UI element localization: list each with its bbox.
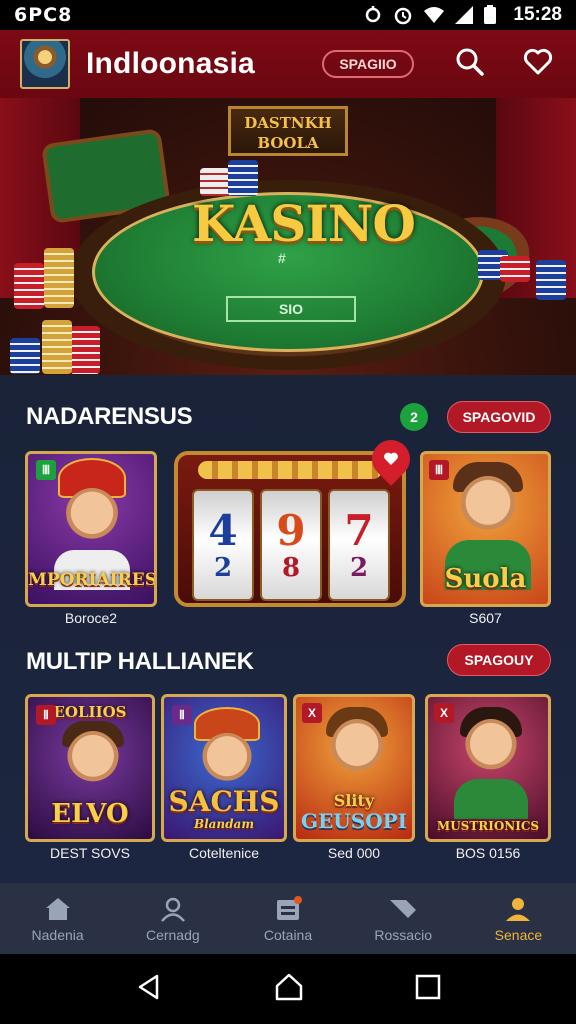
tile-tag: Ⅲ [36,460,56,480]
search-icon [455,47,485,82]
reel: 9 8 [260,489,322,601]
chip-stack [44,248,74,308]
chip-stack [14,263,44,309]
nav-item-ticket[interactable]: Rossacio [346,883,461,954]
person-icon [158,895,188,923]
nav-label: Rossacio [374,926,432,943]
tile-tag: X [434,703,454,723]
count-badge: 2 [400,403,428,431]
chip-stack [228,160,258,196]
reel: 4 2 [192,489,254,601]
hero-title: KASINO [192,194,416,253]
status-left-text: 6PC8 [14,4,73,26]
chip-stack [200,168,230,196]
status-bar: 6PC8 15:28 [0,0,576,30]
briefcase-icon [273,895,303,923]
section-title-2: MULTIP HALLIANEK [26,648,254,675]
nav-item-home[interactable]: Nadenia [0,883,115,954]
chip-stack [536,260,566,300]
sync-icon [363,5,383,25]
character-body [454,779,528,819]
game-tile[interactable]: EOLIIOS ELVO Ⅱ [25,694,155,842]
section-title-1: NADARENSUS [26,403,193,430]
recents-icon[interactable] [415,974,441,1005]
nav-item-person[interactable]: Cernadg [115,883,230,954]
tile-art-text: MPORIAIRES [28,570,157,590]
wifi-icon [423,5,445,25]
app-logo[interactable] [20,39,70,89]
profile-icon [503,895,533,923]
hero-banner[interactable]: DASTNKH BOOLA SIO # KASINO [0,98,576,375]
nav-item-profile[interactable]: Senace [461,883,576,954]
alarm-icon [393,5,413,25]
character-face [330,719,384,783]
game-tile[interactable]: MPORIAIRES Ⅲ [25,451,157,607]
tile-art-text: ELVO [51,799,129,829]
reel-top-symbol: 7 [344,506,374,555]
signal-icon [453,5,474,25]
home-button-icon[interactable] [274,972,304,1007]
character-face [66,731,120,793]
tile-caption: Boroce2 [64,610,118,626]
reel-top-symbol: 4 [208,506,238,555]
character-face [64,488,120,550]
bottom-nav: Nadenia Cernadg Cotaina Rossacio Senace [0,883,576,954]
nav-label: Nadenia [31,926,84,943]
battery-icon [483,5,503,25]
app-header: Indloonasia SPAGIIO [0,30,576,98]
hero-sign: DASTNKH BOOLA [228,106,348,156]
chip-stack [500,256,530,282]
game-tile[interactable]: Suola Ⅲ [420,451,551,607]
nav-label: Senace [494,926,543,943]
search-button[interactable] [452,46,488,82]
game-tile[interactable]: MUSTRIONICS X [425,694,551,842]
section2-more-button[interactable]: SPAGOUY [447,644,551,676]
tile-caption: Sed 000 [327,845,381,861]
heart-icon [523,48,553,81]
game-tile[interactable]: SACHS Blandam Ⅱ [161,694,287,842]
chip-stack [70,326,100,374]
character-face [200,733,254,791]
tile-tag: X [302,703,322,723]
status-time: 15:28 [513,4,562,25]
felt-box: SIO [226,296,356,322]
tile-art-text: MUSTRIONICS [436,819,540,833]
chip-stack [10,338,40,374]
ticket-icon [388,895,418,923]
back-icon[interactable] [135,973,163,1006]
tile-art-text: Slity [333,791,375,810]
slot-crown [198,461,382,479]
reel-bottom-symbol: 2 [349,553,369,583]
header-pill-button[interactable]: SPAGIIO [322,50,414,78]
reel-bottom-symbol: 2 [213,553,233,583]
tile-tag: Ⅱ [172,705,192,725]
system-nav-bar [0,954,576,1024]
tile-art-subtext: GEUSOPI [300,809,408,833]
nav-item-briefcase[interactable]: Cotaina [230,883,345,954]
chip-stack [42,320,72,374]
home-icon [43,895,73,923]
tile-caption: BOS 0156 [455,845,521,861]
app-title: Indloonasia [86,47,255,80]
game-tile[interactable]: Slity GEUSOPI X [293,694,415,842]
character-face [459,476,517,542]
tile-caption: Coteltenice [188,845,260,861]
tile-tag: Ⅲ [429,460,449,480]
tile-caption: DEST SOVS [50,845,130,861]
favorites-button[interactable] [520,46,556,82]
slot-machine-tile[interactable]: 4 2 9 8 7 2 [174,451,406,607]
tile-art-text: SACHS [168,785,280,818]
reel-top-symbol: 9 [276,506,306,555]
tile-tag: Ⅱ [36,705,56,725]
nav-label: Cernadg [145,926,200,943]
section1-more-button[interactable]: SPAGOVID [447,401,551,433]
tile-art-subtext: Blandam [193,817,255,831]
tile-caption: S607 [469,610,502,626]
nav-label: Cotaina [263,926,313,943]
character-face [464,719,518,781]
tile-art-text: Suola [444,564,527,594]
reel: 7 2 [328,489,390,601]
reel-bottom-symbol: 8 [281,553,301,583]
